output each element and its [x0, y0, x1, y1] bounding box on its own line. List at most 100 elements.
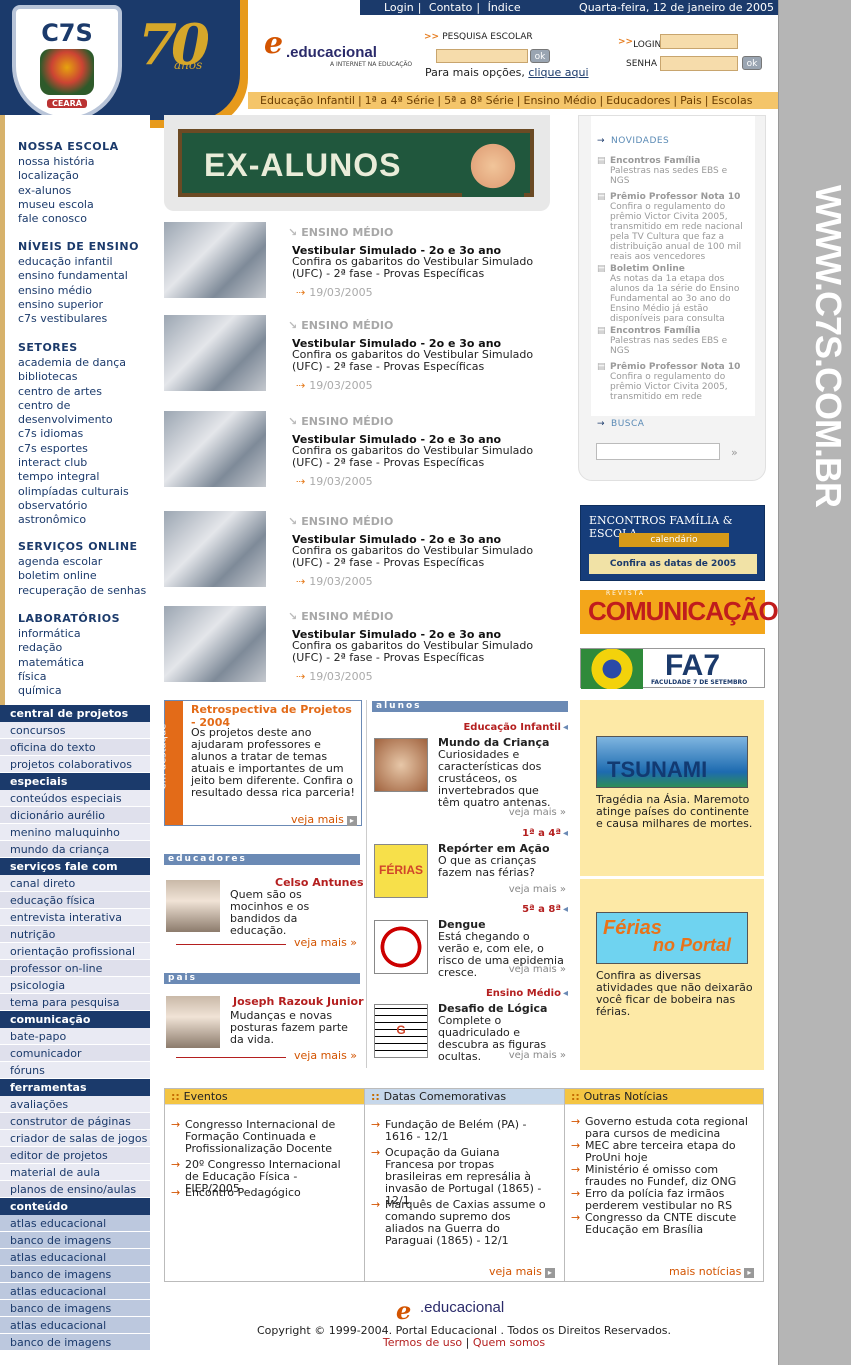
sidebar-link[interactable]: fale conosco	[18, 212, 119, 226]
sidebar-block-link[interactable]: bate-papo	[0, 1028, 150, 1045]
search-input[interactable]	[436, 49, 528, 63]
nav-1-4-serie[interactable]: 1ª a 4ª Série	[362, 94, 438, 107]
noticias-more-link[interactable]: mais notícias ▸	[669, 1265, 755, 1278]
sidebar-link[interactable]: localização	[18, 169, 119, 183]
password-input[interactable]	[660, 56, 738, 71]
sidebar-block-link[interactable]: atlas educacional	[0, 1283, 150, 1300]
sidebar-block-link[interactable]: editor de projetos	[0, 1147, 150, 1164]
aluno-more-link[interactable]: veja mais »	[509, 1050, 566, 1061]
sidebar-link[interactable]: ensino médio	[18, 284, 139, 298]
search-more-link[interactable]: clique aqui	[528, 66, 588, 79]
ferias-portal-image[interactable]: Férias no Portal	[596, 912, 748, 964]
sidebar-link[interactable]: química	[18, 684, 120, 698]
destaque-more-link[interactable]: veja mais ▸	[291, 813, 357, 826]
sidebar-block-title[interactable]: conteúdo	[0, 1198, 150, 1215]
datas-more-link[interactable]: veja mais ▸	[489, 1265, 555, 1278]
sidebar-block-link[interactable]: professor on-line	[0, 960, 150, 977]
sidebar-link[interactable]: boletim online	[18, 569, 146, 583]
sidebar-block-link[interactable]: conteúdos especiais	[0, 790, 150, 807]
sidebar-block-link[interactable]: atlas educacional	[0, 1317, 150, 1334]
sidebar-block-link[interactable]: fóruns	[0, 1062, 150, 1079]
ex-alunos-banner[interactable]: EX-ALUNOS	[164, 115, 550, 211]
school-shield-logo[interactable]: C7S CEARÁ	[12, 5, 122, 121]
busca-input[interactable]	[596, 443, 720, 460]
noticias-item[interactable]: MEC abre terceira etapa do ProUni hoje	[571, 1140, 761, 1164]
sidebar-block-title[interactable]: serviços fale com	[0, 858, 150, 875]
sidebar-block-link[interactable]: dicionário aurélio	[0, 807, 150, 824]
novidade-title[interactable]: Boletim Online	[597, 264, 743, 274]
novidade-title[interactable]: Encontros Família	[597, 326, 743, 336]
nav-5-8-serie[interactable]: 5ª a 8ª Série	[441, 94, 517, 107]
sidebar-link[interactable]: desenvolvimento	[18, 413, 129, 427]
sidebar-block-link[interactable]: avaliações	[0, 1096, 150, 1113]
sidebar-block-link[interactable]: comunicador	[0, 1045, 150, 1062]
sidebar-block-link[interactable]: projetos colaborativos	[0, 756, 150, 773]
pais-name[interactable]: Joseph Razouk Junior	[233, 995, 364, 1008]
sidebar-link[interactable]: ensino superior	[18, 298, 139, 312]
sidebar-link[interactable]: nossa história	[18, 155, 119, 169]
sidebar-link[interactable]: centro de	[18, 399, 129, 413]
sidebar-block-link[interactable]: oficina do texto	[0, 739, 150, 756]
sidebar-block-link[interactable]: concursos	[0, 722, 150, 739]
sidebar-block-link[interactable]: tema para pesquisa	[0, 994, 150, 1011]
eventos-item[interactable]: Congresso Internacional de Formação Cont…	[171, 1119, 351, 1155]
tsunami-image[interactable]: TSUNAMI	[596, 736, 748, 788]
educacional-logo[interactable]: e .educacional A INTERNET NA EDUCAÇÃO	[256, 26, 416, 68]
indice-link[interactable]: Índice	[484, 1, 525, 14]
sidebar-block-link[interactable]: criador de salas de jogos	[0, 1130, 150, 1147]
sidebar-link[interactable]: observatório	[18, 499, 129, 513]
about-link[interactable]: Quem somos	[473, 1336, 545, 1349]
nav-escolas[interactable]: Escolas	[708, 94, 755, 107]
sidebar-link[interactable]: ensino fundamental	[18, 269, 139, 283]
sidebar-block-link[interactable]: entrevista interativa	[0, 909, 150, 926]
sidebar-link[interactable]: redação	[18, 641, 120, 655]
aluno-more-link[interactable]: veja mais »	[509, 807, 566, 818]
nav-ensino-medio[interactable]: Ensino Médio	[521, 94, 600, 107]
aluno-more-link[interactable]: veja mais »	[509, 964, 566, 975]
login-link[interactable]: Login	[380, 1, 418, 14]
sidebar-link[interactable]: matemática	[18, 656, 120, 670]
sidebar-block-title[interactable]: central de projetos	[0, 705, 150, 722]
news-photo[interactable]	[164, 222, 266, 298]
noticias-item[interactable]: Congresso da CNTE discute Educação em Br…	[571, 1212, 761, 1236]
sidebar-link[interactable]: olimpíadas culturais	[18, 485, 129, 499]
aluno-image[interactable]: G	[374, 1004, 428, 1058]
sidebar-block-link[interactable]: canal direto	[0, 875, 150, 892]
datas-item[interactable]: Marquês de Caxias assume o comando supre…	[371, 1199, 547, 1247]
sidebar-link[interactable]: museu escola	[18, 198, 119, 212]
sidebar-link[interactable]: bibliotecas	[18, 370, 129, 384]
nav-educacao-infantil[interactable]: Educação Infantil	[248, 94, 358, 107]
sidebar-block-link[interactable]: banco de imagens	[0, 1266, 150, 1283]
aluno-image[interactable]: FÉRIAS	[374, 844, 428, 898]
sidebar-link[interactable]: tempo integral	[18, 470, 129, 484]
sidebar-link[interactable]: c7s idiomas	[18, 427, 129, 441]
news-photo[interactable]	[164, 511, 266, 587]
nav-pais[interactable]: Pais	[677, 94, 705, 107]
login-ok-button[interactable]: ok	[742, 56, 762, 70]
sidebar-link[interactable]: informática	[18, 627, 120, 641]
sidebar-block-title[interactable]: especiais	[0, 773, 150, 790]
revista-comunicacao-ad[interactable]: REVISTA COMUNICAÇÃO	[580, 590, 779, 634]
busca-go-button[interactable]: »	[731, 446, 738, 459]
sidebar-link[interactable]: interact club	[18, 456, 129, 470]
datas-item[interactable]: Fundação de Belém (PA) - 1616 - 12/1	[371, 1119, 547, 1143]
sidebar-block-link[interactable]: material de aula	[0, 1164, 150, 1181]
sidebar-link[interactable]: educação infantil	[18, 255, 139, 269]
news-photo[interactable]	[164, 606, 266, 682]
noticias-item[interactable]: Ministério é omisso com fraudes no Funde…	[571, 1164, 761, 1188]
nav-educadores[interactable]: Educadores	[603, 94, 673, 107]
sidebar-link[interactable]: c7s esportes	[18, 442, 129, 456]
fa7-ad[interactable]: FA7 FACULDADE 7 DE SETEMBRO	[580, 648, 765, 689]
aluno-more-link[interactable]: veja mais »	[509, 884, 566, 895]
pais-more-link[interactable]: veja mais »	[294, 1049, 357, 1062]
novidade-title[interactable]: Prêmio Professor Nota 10	[597, 362, 743, 372]
sidebar-link[interactable]: c7s vestibulares	[18, 312, 139, 326]
sidebar-block-link[interactable]: orientação profissional	[0, 943, 150, 960]
sidebar-block-link[interactable]: planos de ensino/aulas	[0, 1181, 150, 1198]
aluno-image[interactable]	[374, 738, 428, 792]
eventos-item[interactable]: Encontro Pedagógico	[171, 1187, 351, 1200]
sidebar-block-link[interactable]: banco de imagens	[0, 1300, 150, 1317]
sidebar-block-link[interactable]: banco de imagens	[0, 1334, 150, 1351]
sidebar-block-link[interactable]: menino maluquinho	[0, 824, 150, 841]
sidebar-block-link[interactable]: educação física	[0, 892, 150, 909]
